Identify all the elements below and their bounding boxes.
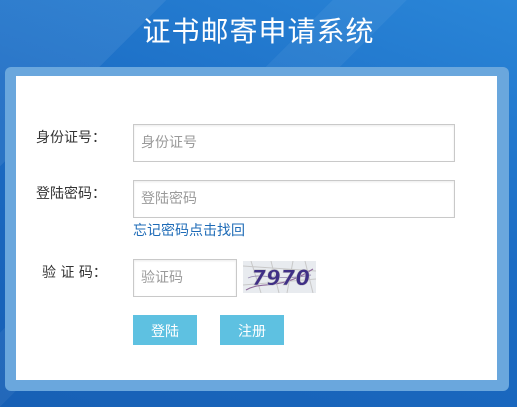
register-button[interactable]: 注册 <box>220 315 284 345</box>
captcha-text: 7970 <box>250 265 312 290</box>
captcha-image[interactable]: 7970 <box>243 261 316 293</box>
captcha-input[interactable] <box>133 259 237 297</box>
id-number-input[interactable] <box>133 124 455 162</box>
captcha-label: 验 证 码： <box>42 265 107 281</box>
password-input[interactable] <box>133 180 455 218</box>
forgot-password-link[interactable]: 忘记密码点击找回 <box>133 221 245 241</box>
page-title: 证书邮寄申请系统 <box>142 15 375 48</box>
captcha-noise-graphic: 7970 <box>243 261 316 293</box>
password-label: 登陆密码： <box>36 186 106 202</box>
login-button[interactable]: 登陆 <box>133 315 197 345</box>
id-number-label: 身份证号： <box>36 130 106 146</box>
